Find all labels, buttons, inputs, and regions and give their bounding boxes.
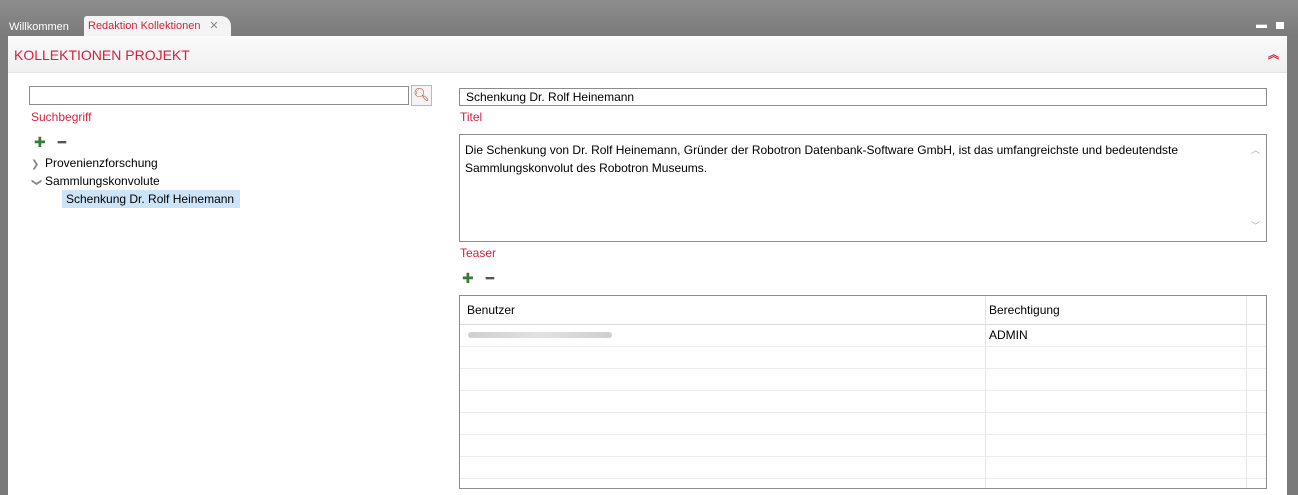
- search-button[interactable]: 🔍︎: [411, 85, 432, 106]
- editor-content: KOLLEKTIONEN PROJEKT ︽ 🔍︎ Suchbegriff ✚ ━…: [8, 36, 1287, 495]
- user-table-toolbar: ✚ ━: [462, 270, 506, 287]
- tree-item-provenienzforschung[interactable]: ❯ Provenienzforschung: [31, 154, 240, 172]
- tab-label: Redaktion Kollektionen: [88, 20, 201, 32]
- collection-tree: ❯ Provenienzforschung ❯ Sammlungskonvolute…: [31, 154, 241, 208]
- table-row: [460, 479, 1266, 488]
- page-title: KOLLEKTIONEN PROJEKT: [14, 47, 190, 63]
- redacted-username: [468, 332, 612, 338]
- close-icon[interactable]: ✕: [209, 16, 218, 36]
- tab-willkommen[interactable]: Willkommen: [4, 18, 74, 36]
- add-icon[interactable]: ✚: [34, 134, 46, 150]
- editor-tab-bar: Willkommen Redaktion Kollektionen ✕ ▬: [0, 0, 1298, 36]
- chevron-down-icon[interactable]: ❯: [27, 178, 45, 188]
- title-field[interactable]: Schenkung Dr. Rolf Heinemann: [459, 88, 1267, 106]
- tree-item-schenkung[interactable]: Schenkung Dr. Rolf Heinemann: [31, 190, 241, 208]
- scroll-up-icon[interactable]: ︿: [1251, 141, 1260, 159]
- search-icon: 🔍︎: [413, 87, 430, 102]
- table-row: [460, 369, 1266, 391]
- minimize-icon[interactable]: ▬: [1256, 19, 1267, 31]
- tree-item-sammlungskonvolute[interactable]: ❯ Sammlungskonvolute: [31, 172, 240, 190]
- title-label: Titel: [460, 110, 483, 124]
- remove-icon[interactable]: ━: [58, 134, 66, 150]
- table-row[interactable]: ADMIN: [460, 325, 1266, 347]
- tree-toolbar: ✚ ━: [34, 134, 78, 151]
- tree-item-label: Provenienzforschung: [45, 156, 158, 170]
- tab-redaktion-kollektionen[interactable]: Redaktion Kollektionen ✕: [84, 16, 231, 36]
- teaser-label: Teaser: [460, 246, 497, 260]
- maximize-icon[interactable]: [1276, 21, 1284, 29]
- tree-item-label: Schenkung Dr. Rolf Heinemann: [62, 190, 241, 208]
- table-row: [460, 457, 1266, 479]
- double-chevron-up-icon[interactable]: ︽: [1268, 46, 1279, 62]
- table-header: Benutzer Berechtigung: [460, 296, 1266, 325]
- teaser-textarea[interactable]: Die Schenkung von Dr. Rolf Heinemann, Gr…: [459, 134, 1267, 242]
- search-label: Suchbegriff: [31, 110, 92, 124]
- table-row: [460, 347, 1266, 369]
- search-input[interactable]: [29, 86, 409, 105]
- table-row: [460, 413, 1266, 435]
- window-controls: ▬: [1247, 19, 1284, 31]
- column-header-benutzer[interactable]: Benutzer: [467, 303, 515, 317]
- scroll-down-icon[interactable]: ﹀: [1251, 217, 1260, 235]
- user-permission-table: Benutzer Berechtigung ADMIN: [459, 295, 1267, 489]
- remove-icon[interactable]: ━: [486, 270, 494, 286]
- teaser-text: Die Schenkung von Dr. Rolf Heinemann, Gr…: [465, 143, 1179, 175]
- table-row: [460, 391, 1266, 413]
- column-header-berechtigung[interactable]: Berechtigung: [989, 303, 1060, 317]
- section-header: KOLLEKTIONEN PROJEKT ︽: [8, 36, 1287, 73]
- add-icon[interactable]: ✚: [462, 270, 474, 286]
- tree-item-label: Sammlungskonvolute: [45, 174, 160, 188]
- permission-cell: ADMIN: [989, 328, 1028, 342]
- table-row: [460, 435, 1266, 457]
